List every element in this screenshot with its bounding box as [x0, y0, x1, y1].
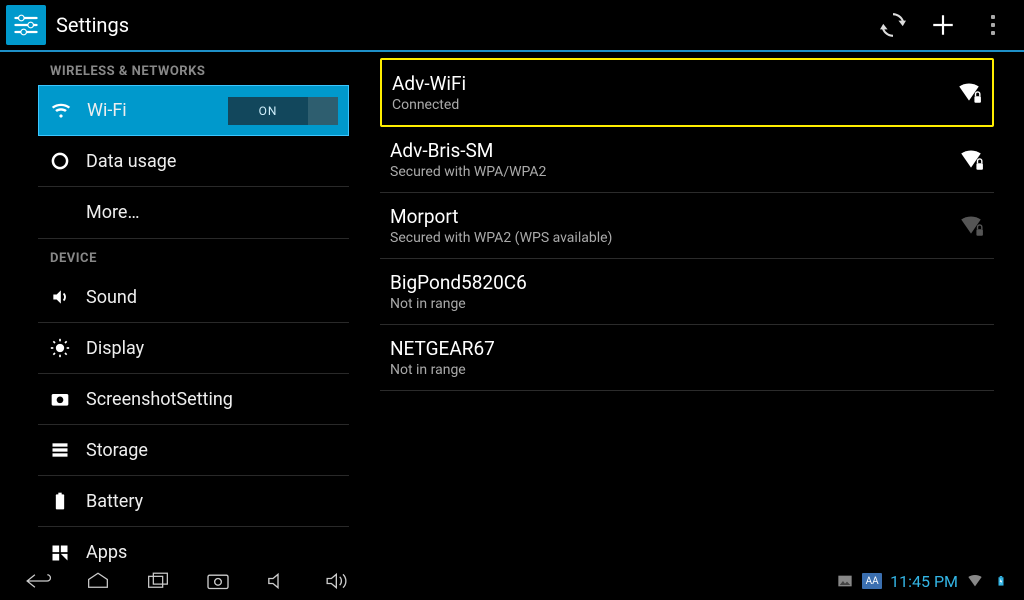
network-row[interactable]: Adv-WiFi Connected	[380, 58, 994, 127]
add-network-button[interactable]	[918, 0, 968, 50]
display-icon	[50, 338, 78, 358]
wifi-signal-icon	[958, 345, 984, 371]
sidebar-item-sound[interactable]: Sound	[38, 272, 349, 323]
wifi-signal-icon	[958, 213, 984, 239]
apps-label: Apps	[86, 542, 127, 562]
network-status: Not in range	[390, 296, 958, 312]
wifi-signal-icon	[958, 147, 984, 173]
battery-status-icon	[992, 572, 1010, 590]
apps-icon	[50, 543, 78, 563]
data-usage-icon	[50, 151, 78, 171]
wifi-icon	[51, 101, 79, 121]
status-tray[interactable]: AA 11:45 PM	[836, 572, 1016, 591]
wifi-signal-icon	[958, 279, 984, 305]
sidebar-item-storage[interactable]: Storage	[38, 425, 349, 476]
clock: 11:45 PM	[890, 572, 958, 591]
camera-icon	[50, 389, 78, 409]
wifi-status-icon	[966, 572, 984, 590]
page-title: Settings	[56, 13, 129, 37]
network-row[interactable]: BigPond5820C6 Not in range	[380, 259, 994, 325]
home-button[interactable]	[68, 562, 128, 600]
sidebar-item-screenshot[interactable]: ScreenshotSetting	[38, 374, 349, 425]
main-content: WIRELESS & NETWORKS Wi-Fi ON Data usage …	[0, 52, 1024, 562]
storage-icon	[50, 440, 78, 460]
sidebar-item-wifi[interactable]: Wi-Fi ON	[38, 85, 349, 136]
network-ssid: BigPond5820C6	[390, 271, 958, 294]
network-row[interactable]: Morport Secured with WPA2 (WPS available)	[380, 193, 994, 259]
sidebar-item-more[interactable]: More…	[38, 187, 349, 238]
sidebar-item-display[interactable]: Display	[38, 323, 349, 374]
network-status: Secured with WPA2 (WPS available)	[390, 230, 958, 246]
recents-button[interactable]	[128, 562, 188, 600]
network-ssid: Adv-Bris-SM	[390, 139, 958, 162]
section-header-wireless: WIRELESS & NETWORKS	[38, 52, 349, 85]
battery-label: Battery	[86, 491, 143, 512]
volume-up-button[interactable]	[308, 562, 368, 600]
toggle-knob	[308, 97, 338, 125]
sound-label: Sound	[86, 287, 137, 308]
battery-icon	[50, 491, 78, 511]
settings-sidebar: WIRELESS & NETWORKS Wi-Fi ON Data usage …	[0, 52, 360, 562]
network-status: Connected	[392, 97, 956, 113]
network-row[interactable]: Adv-Bris-SM Secured with WPA/WPA2	[380, 127, 994, 193]
sound-icon	[50, 287, 78, 307]
wifi-toggle[interactable]: ON	[228, 97, 338, 125]
screenshot-label: ScreenshotSetting	[86, 389, 233, 410]
network-status: Not in range	[390, 362, 958, 378]
wifi-label: Wi-Fi	[87, 100, 127, 121]
back-button[interactable]	[8, 562, 68, 600]
action-bar: Settings	[0, 0, 1024, 52]
volume-down-button[interactable]	[248, 562, 308, 600]
sidebar-item-data-usage[interactable]: Data usage	[38, 136, 349, 187]
network-ssid: NETGEAR67	[390, 337, 958, 360]
keyboard-indicator: AA	[862, 573, 882, 589]
sidebar-item-battery[interactable]: Battery	[38, 476, 349, 527]
network-ssid: Morport	[390, 205, 958, 228]
network-ssid: Adv-WiFi	[392, 72, 956, 95]
sidebar-item-apps[interactable]: Apps	[38, 527, 349, 562]
picture-icon	[836, 572, 854, 590]
system-nav-bar: AA 11:45 PM	[0, 562, 1024, 600]
toggle-on-label: ON	[228, 97, 308, 125]
display-label: Display	[86, 338, 144, 359]
more-label: More…	[86, 202, 140, 223]
storage-label: Storage	[86, 440, 148, 461]
screenshot-button[interactable]	[188, 562, 248, 600]
section-header-device: DEVICE	[38, 238, 349, 272]
data-usage-label: Data usage	[86, 151, 176, 172]
wifi-signal-icon	[956, 80, 982, 106]
wifi-network-list: Adv-WiFi Connected Adv-Bris-SM Secured with…	[360, 52, 1024, 562]
settings-app-icon	[6, 5, 46, 45]
overflow-menu[interactable]	[968, 0, 1018, 50]
network-status: Secured with WPA/WPA2	[390, 164, 958, 180]
wps-button[interactable]	[868, 0, 918, 50]
network-row[interactable]: NETGEAR67 Not in range	[380, 325, 994, 391]
